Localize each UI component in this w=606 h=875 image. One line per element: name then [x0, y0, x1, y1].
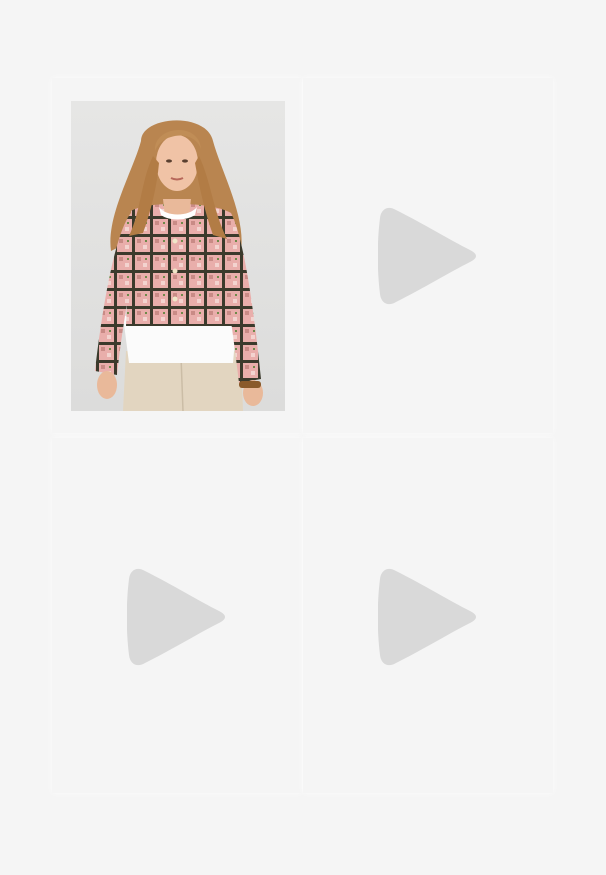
model-illustration: [71, 101, 285, 411]
play-icon[interactable]: [127, 565, 227, 669]
play-icon[interactable]: [378, 565, 478, 669]
media-gallery: [0, 0, 606, 875]
product-photo[interactable]: [71, 101, 285, 411]
play-icon[interactable]: [378, 204, 478, 308]
